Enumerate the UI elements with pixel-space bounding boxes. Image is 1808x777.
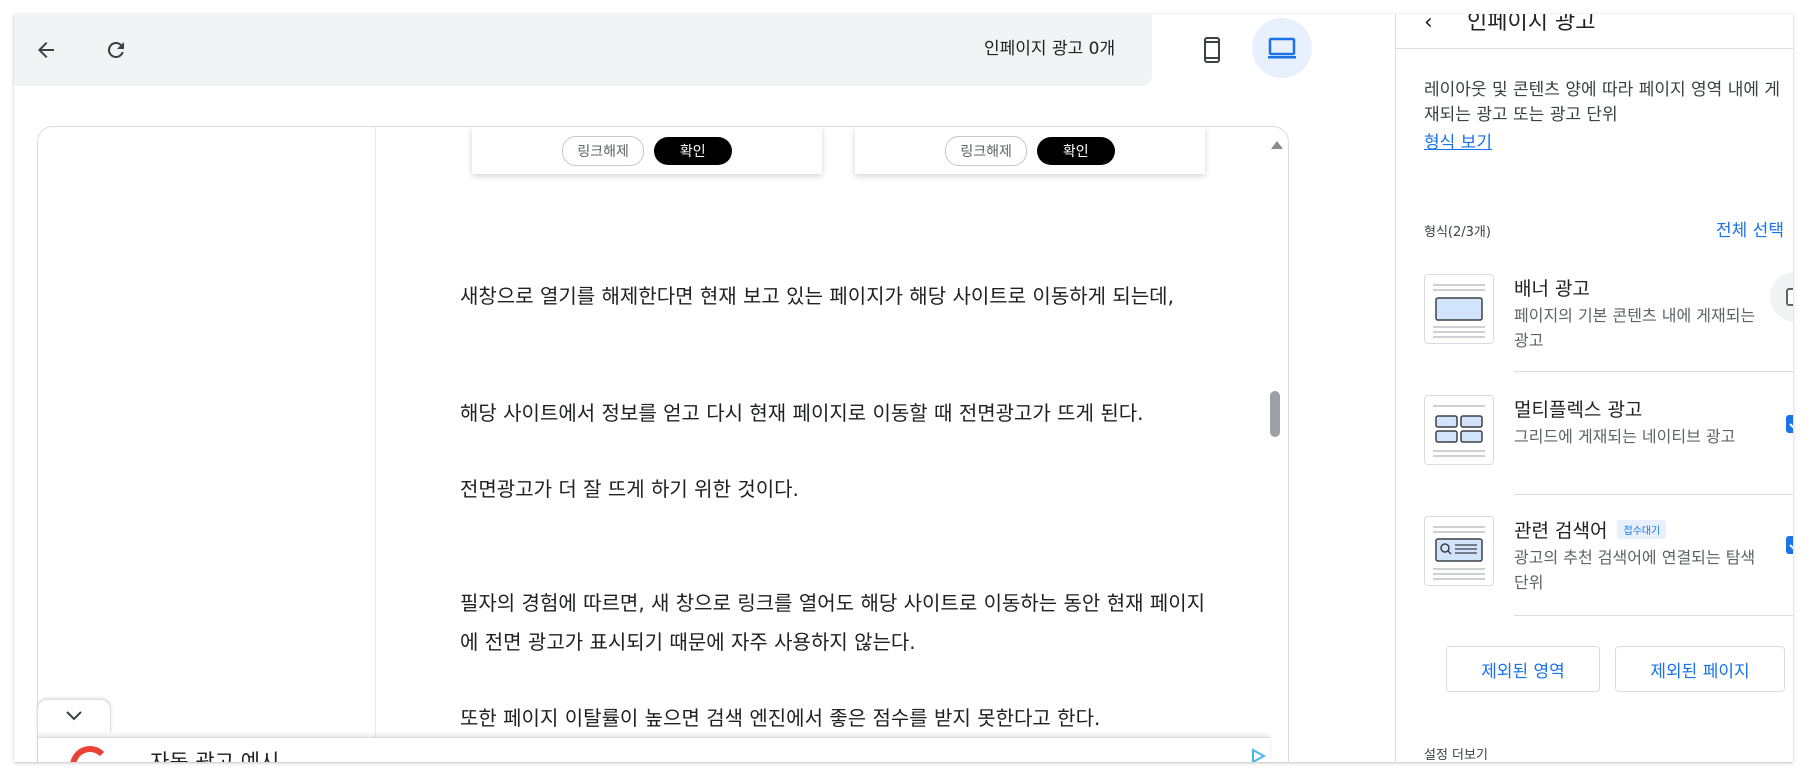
confirm-button[interactable]: 확인 — [653, 136, 732, 165]
anchor-ad-title: 자동 광고 예시 — [150, 750, 280, 762]
link-dialog: 링크해제 확인 — [472, 127, 822, 174]
inpage-ad-count: 인페이지 광고 0개 — [984, 39, 1116, 59]
chevron-left-icon[interactable]: ‹ — [1424, 14, 1444, 35]
select-all-button[interactable]: 전체 선택 — [1716, 216, 1784, 241]
paragraph: 필자의 경험에 따르면, 새 창으로 링크를 열어도 해당 사이트로 이동하는 … — [460, 591, 1206, 654]
unlink-button[interactable]: 링크해제 — [562, 135, 644, 166]
excluded-pages-button[interactable]: 제외된 페이지 — [1615, 646, 1785, 692]
format-title: 배너 광고 — [1514, 278, 1590, 300]
laptop-icon[interactable] — [1252, 18, 1312, 78]
multiplex-checkbox[interactable] — [1786, 415, 1793, 433]
related-search-checkbox[interactable] — [1786, 536, 1793, 554]
checkmark-icon — [1789, 544, 1793, 550]
divider — [1514, 615, 1793, 616]
chevron-down-icon[interactable] — [37, 699, 111, 732]
app-frame: 인페이지 광고 0개 링크해제 확인 링크해제 확인 새창으로 열기를 해제한다… — [14, 14, 1793, 762]
arrow-back-icon[interactable] — [24, 28, 68, 72]
scrollbar-thumb[interactable] — [1270, 391, 1280, 437]
smartphone-icon[interactable] — [1190, 28, 1234, 72]
paragraph: 새창으로 열기를 해제한다면 현재 보고 있는 페이지가 해당 사이트로 이동하… — [460, 284, 1174, 308]
column-divider — [375, 127, 376, 737]
more-settings-label[interactable]: 설정 더보기 — [1424, 744, 1488, 762]
excluded-areas-button[interactable]: 제외된 영역 — [1446, 646, 1600, 692]
format-title: 관련 검색어 접수대기 — [1514, 516, 1667, 543]
google-logo-icon — [70, 746, 110, 762]
banner-ad-thumbnail-icon — [1424, 274, 1494, 344]
banner-checkbox[interactable] — [1786, 288, 1793, 306]
panel-description: 레이아웃 및 콘텐츠 양에 따라 페이지 영역 내에 게재되는 광고 또는 광고… — [1424, 80, 1781, 125]
paragraph: 또한 페이지 이탈률이 높으면 검색 엔진에서 좋은 점수를 받지 못한다고 한… — [460, 706, 1101, 730]
unlink-button[interactable]: 링크해제 — [945, 135, 1027, 166]
scroll-up-arrow-icon[interactable] — [1271, 141, 1283, 149]
panel-title: ‹ 인페이지 광고 — [1424, 14, 1595, 36]
related-search-thumbnail-icon — [1424, 516, 1494, 586]
format-description: 그리드에 게재되는 네이티브 광고 — [1514, 427, 1736, 446]
inpage-ads-panel: ‹ 인페이지 광고 레이아웃 및 콘텐츠 양에 따라 페이지 영역 내에 게재되… — [1395, 14, 1793, 762]
preview-toolbar: 인페이지 광고 0개 — [14, 14, 1152, 86]
format-description: 광고의 추천 검색어에 연결되는 탐색 단위 — [1514, 548, 1756, 592]
divider — [1514, 371, 1793, 372]
format-description: 페이지의 기본 콘텐츠 내에 게재되는 광고 — [1514, 306, 1756, 350]
paragraph: 전면광고가 더 잘 뜨게 하기 위한 것이다. — [460, 477, 799, 501]
confirm-button[interactable]: 확인 — [1036, 136, 1115, 165]
multiplex-ad-thumbnail-icon — [1424, 395, 1494, 465]
view-formats-link[interactable]: 형식 보기 — [1424, 128, 1492, 153]
anchor-ad-bar: 자동 광고 예시 — [38, 737, 1270, 762]
checkmark-icon — [1789, 423, 1793, 429]
reload-icon[interactable] — [94, 28, 138, 72]
site-preview: 링크해제 확인 링크해제 확인 새창으로 열기를 해제한다면 현재 보고 있는 … — [37, 126, 1289, 762]
formats-count: 형식(2/3개) — [1424, 225, 1491, 240]
adchoices-icon[interactable] — [1250, 748, 1267, 762]
link-dialog: 링크해제 확인 — [855, 127, 1205, 174]
panel-header: ‹ 인페이지 광고 — [1396, 14, 1793, 49]
format-title: 멀티플렉스 광고 — [1514, 399, 1643, 421]
paragraph: 해당 사이트에서 정보를 얻고 다시 현재 페이지로 이동할 때 전면광고가 뜨… — [460, 401, 1144, 425]
status-badge: 접수대기 — [1617, 520, 1667, 539]
divider — [1514, 494, 1793, 495]
